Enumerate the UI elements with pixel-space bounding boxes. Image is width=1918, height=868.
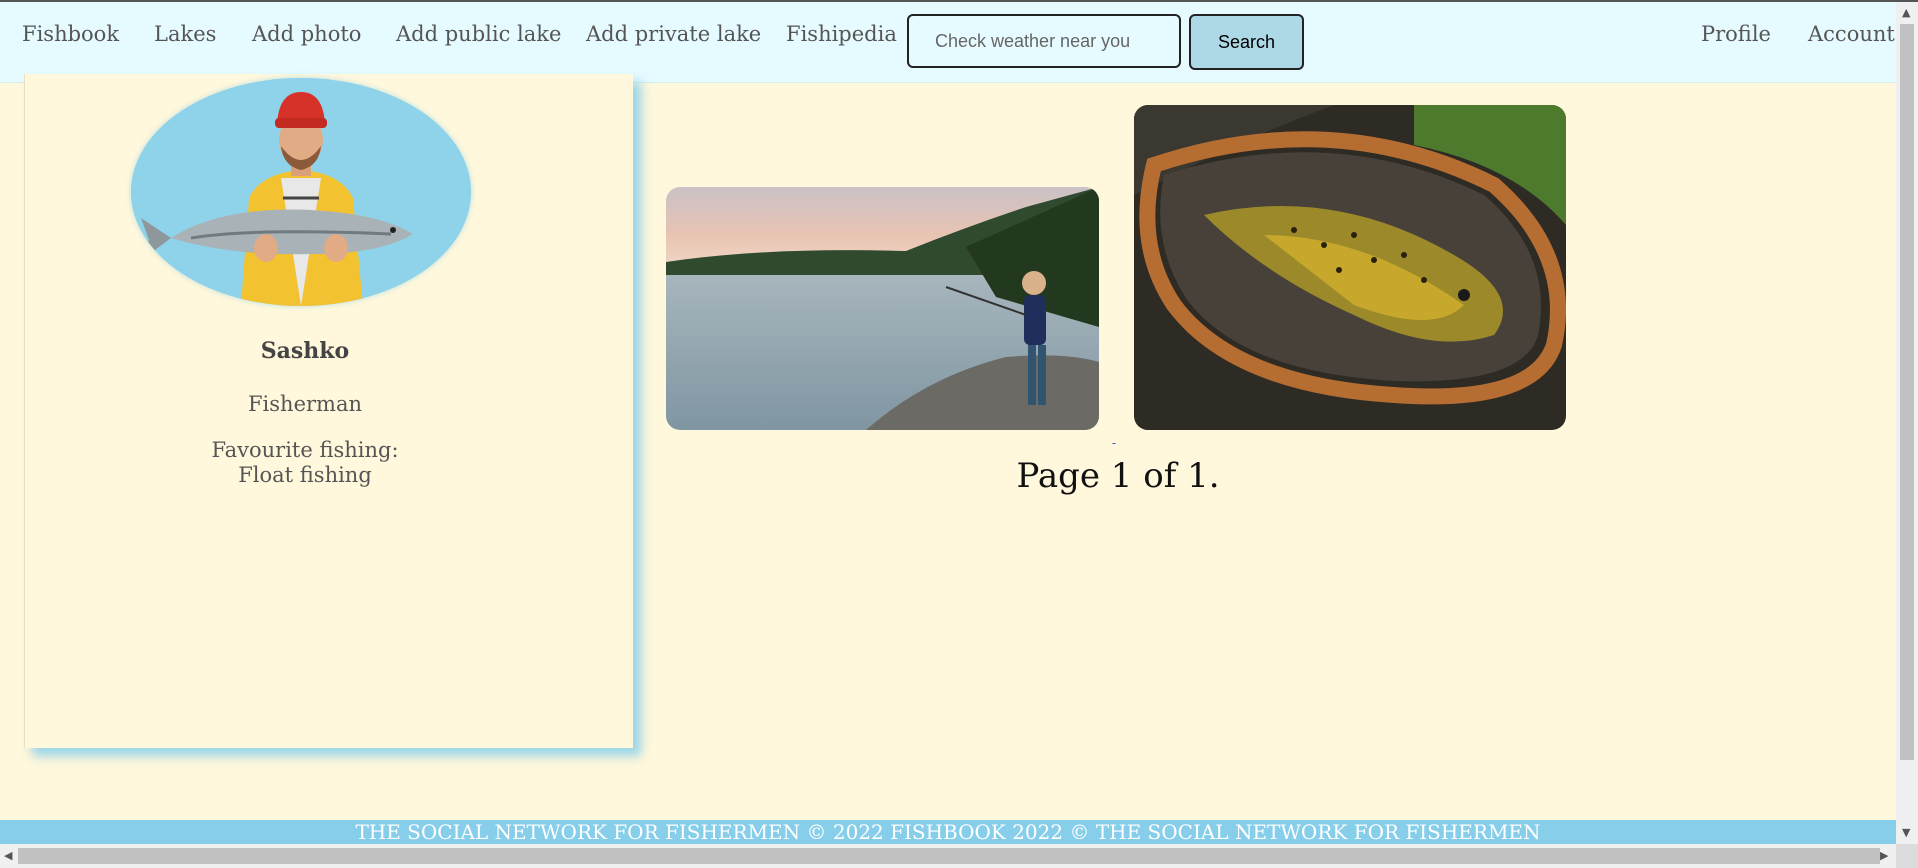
avatar bbox=[131, 78, 471, 306]
nav-lakes-link[interactable]: Lakes bbox=[154, 22, 216, 46]
pager-link[interactable]: - bbox=[1112, 436, 1116, 450]
vertical-scrollbar-thumb[interactable] bbox=[1900, 24, 1914, 760]
chevron-up-icon[interactable]: ▲ bbox=[1902, 6, 1910, 19]
search-button[interactable]: Search bbox=[1189, 14, 1304, 70]
chevron-left-icon[interactable]: ◀ bbox=[4, 849, 12, 862]
nav-fishipedia-link[interactable]: Fishipedia bbox=[786, 22, 897, 46]
gallery-photo-boy-fishing[interactable] bbox=[666, 187, 1099, 430]
lake-photo-image bbox=[666, 187, 1099, 430]
profile-card: Sashko Fisherman Favourite fishing: Floa… bbox=[24, 74, 633, 748]
nav-brand-link[interactable]: Fishbook bbox=[22, 22, 119, 46]
chevron-down-icon[interactable]: ▼ bbox=[1902, 826, 1910, 839]
nav-profile-link[interactable]: Profile bbox=[1701, 22, 1771, 46]
scrollbar-corner bbox=[1896, 844, 1918, 868]
profile-favourite-fishing: Favourite fishing: Float fishing bbox=[211, 438, 399, 487]
nav-add-photo-link[interactable]: Add photo bbox=[252, 22, 361, 46]
weather-search-input[interactable] bbox=[907, 14, 1181, 68]
profile-title: Fisherman bbox=[247, 392, 362, 416]
horizontal-scrollbar-thumb[interactable] bbox=[18, 848, 1880, 864]
page-indicator: Page 1 of 1. bbox=[1016, 456, 1220, 496]
chevron-right-icon[interactable]: ▶ bbox=[1880, 849, 1888, 862]
trout-photo-image bbox=[1134, 105, 1566, 430]
gallery-photo-trout-net[interactable] bbox=[1134, 105, 1566, 430]
nav-account-link[interactable]: Account bbox=[1808, 22, 1895, 46]
nav-add-public-lake-link[interactable]: Add public lake bbox=[396, 22, 561, 46]
site-footer: THE SOCIAL NETWORK FOR FISHERMEN © 2022 … bbox=[0, 820, 1896, 844]
profile-name: Sashko bbox=[260, 338, 350, 364]
fisherman-avatar-image bbox=[131, 78, 471, 306]
top-navbar: Fishbook Lakes Add photo Add public lake… bbox=[0, 2, 1896, 83]
nav-add-private-lake-link[interactable]: Add private lake bbox=[586, 22, 761, 46]
